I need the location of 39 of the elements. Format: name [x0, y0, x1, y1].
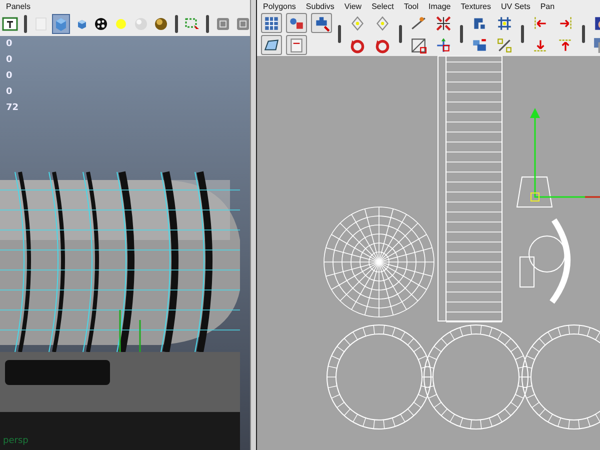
stack-icon	[471, 36, 488, 54]
menu-item[interactable]: UV Sets	[500, 0, 530, 12]
light-icon	[113, 16, 129, 32]
sphere-icon	[133, 16, 149, 32]
menu-item[interactable]: Select	[372, 0, 394, 12]
hud-value: 0	[6, 86, 14, 99]
panel-splitter[interactable]	[250, 0, 257, 450]
box-icon	[235, 16, 251, 32]
menu-item[interactable]: View	[344, 0, 362, 12]
selection-icon	[184, 16, 200, 32]
menu-item[interactable]: Textures	[460, 0, 491, 12]
menu-item[interactable]: Tool	[404, 0, 419, 12]
grid-icon	[263, 14, 280, 32]
hud-value: 0	[6, 54, 14, 67]
align-top-icon	[557, 36, 574, 54]
menu-item[interactable]: Polygons	[263, 0, 296, 12]
hud-value: 0	[6, 38, 14, 51]
hud-value: 72	[6, 102, 19, 115]
menu-item[interactable]: Panels	[6, 0, 30, 12]
menu-item[interactable]: Image	[428, 0, 451, 12]
page-icon	[288, 36, 305, 54]
square-cut-icon	[410, 36, 427, 54]
perspective-viewport[interactable]: 0 0 0 0 72 persp	[0, 36, 250, 450]
text-icon	[2, 16, 18, 32]
camera-label: persp	[3, 436, 28, 446]
checker-ball-icon	[93, 16, 109, 32]
cube-icon	[53, 16, 69, 32]
hash-icon	[496, 14, 513, 32]
plane-icon	[263, 36, 280, 54]
hud-value: 0	[6, 70, 14, 83]
align-left-icon	[532, 14, 549, 32]
box-icon	[215, 16, 231, 32]
menu-item[interactable]: Pan	[540, 0, 555, 12]
move-icon	[435, 36, 452, 54]
shiny-sphere-icon	[153, 16, 169, 32]
toolbar-button[interactable]	[261, 35, 282, 55]
align-right-icon	[557, 14, 574, 32]
menu-item[interactable]: Subdivs	[306, 0, 334, 12]
slash-icon	[496, 36, 513, 54]
